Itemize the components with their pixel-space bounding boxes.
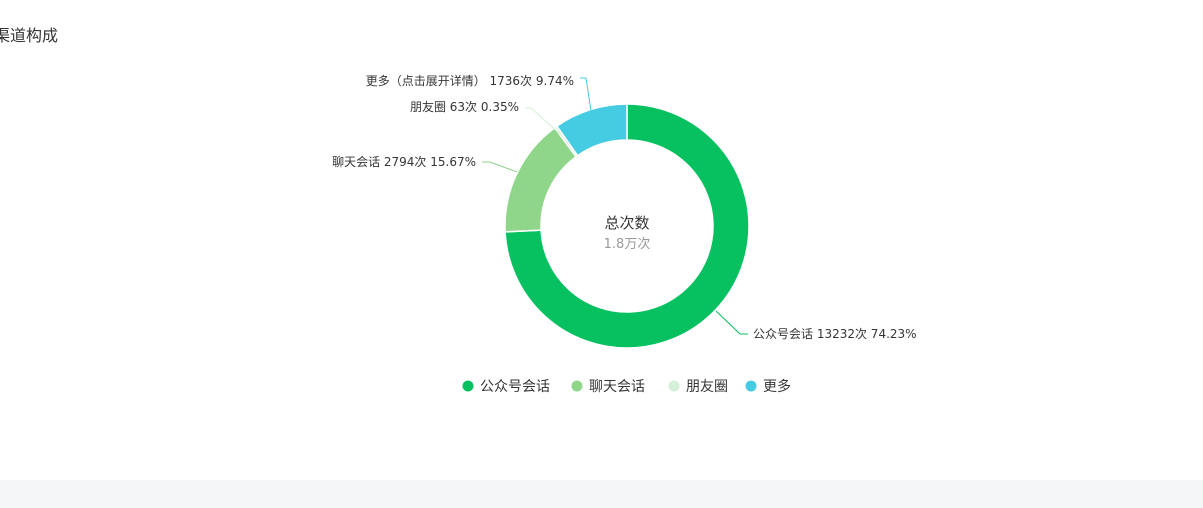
slice-label-2: 朋友圈 63次 0.35% [410, 100, 519, 114]
legend-marker-1 [571, 380, 583, 392]
legend-label-0: 公众号会话 [480, 379, 550, 395]
donut-chart: 公众号会话 13232次 74.23% 聊天会话 2794次 15.67% 朋友圈 … [332, 73, 917, 395]
legend-label-2: 朋友圈 [686, 379, 728, 395]
center-title: 总次数 [604, 214, 649, 232]
legend-label-3: 更多 [763, 378, 791, 395]
legend-item-2[interactable]: 朋友圈 [668, 379, 729, 395]
legend-label-1: 聊天会话 [589, 379, 645, 395]
leader-line-3 [580, 77, 592, 112]
leader-line-0 [715, 310, 748, 335]
footer-band [0, 480, 1203, 508]
legend-item-3[interactable]: 更多 [745, 378, 792, 395]
center-value: 1.8万次 [604, 236, 651, 252]
slice-label-3[interactable]: 更多（点击展开详情） 1736次 9.74% [366, 73, 574, 88]
legend-marker-2 [668, 380, 680, 392]
legend-item-1[interactable]: 聊天会话 [571, 379, 646, 395]
legend-marker-3 [745, 380, 757, 392]
slice-label-0: 公众号会话 13232次 74.23% [753, 327, 917, 341]
leader-line-1 [482, 161, 518, 173]
legend-item-0[interactable]: 公众号会话 [462, 379, 551, 395]
slice-label-1: 聊天会话 2794次 15.67% [332, 155, 476, 169]
legend-marker-0 [462, 380, 474, 392]
